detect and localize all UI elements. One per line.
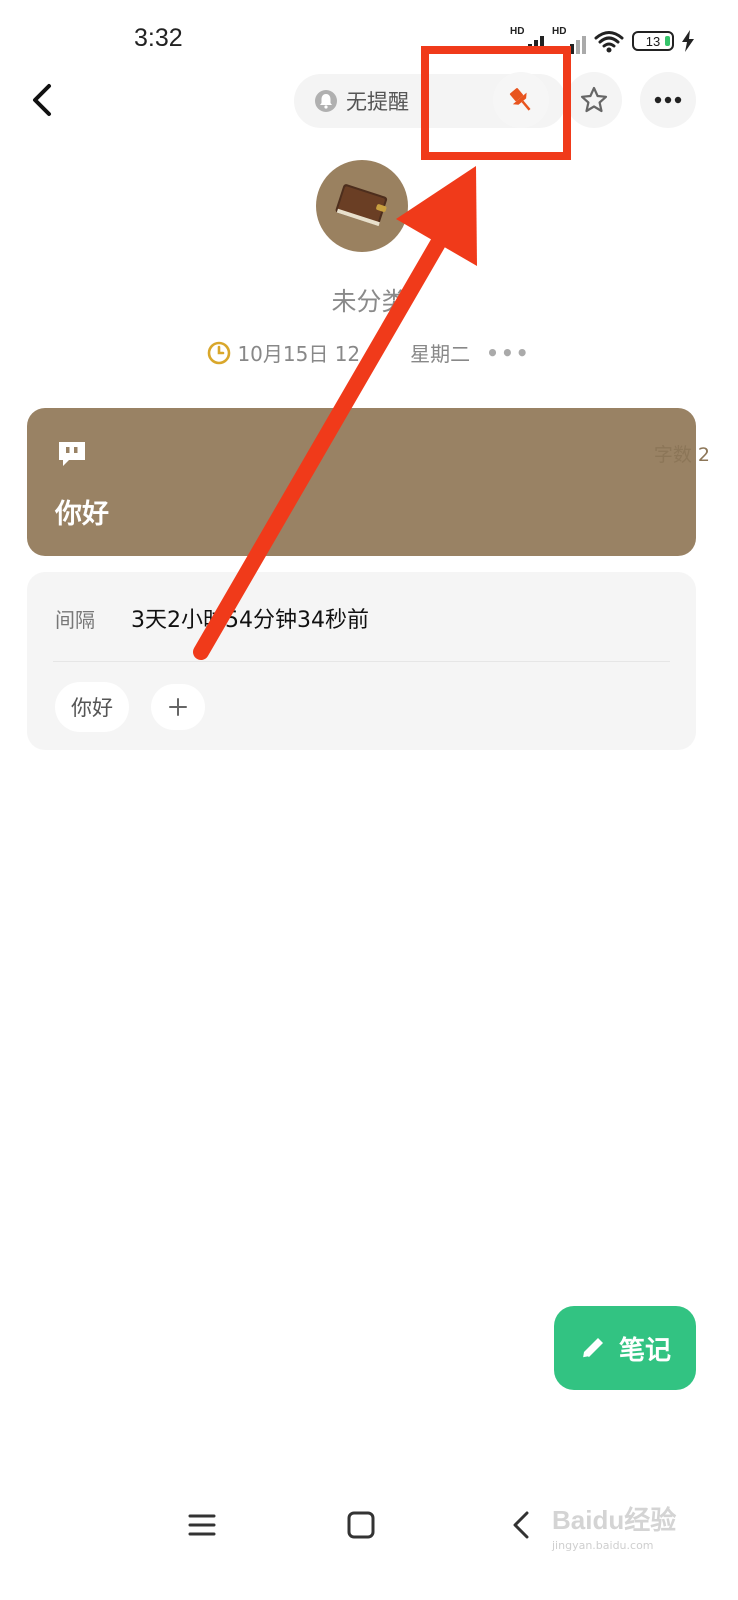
date-text: 10月15日 12 — [237, 342, 361, 366]
charging-icon — [682, 30, 694, 52]
back-button[interactable] — [22, 78, 62, 122]
date-more-icon[interactable]: ••• — [486, 341, 530, 365]
nav-back-icon — [513, 1511, 529, 1539]
note-content-card[interactable]: 你好 — [27, 408, 696, 556]
system-back-button[interactable] — [496, 1500, 546, 1550]
watermark-brand: Baidu经验 — [552, 1505, 677, 1535]
status-icons: HD HD 13 — [510, 26, 694, 56]
menu-icon — [188, 1514, 216, 1536]
date-row[interactable]: 10月15日 12 星期二 ••• — [0, 338, 738, 367]
weekday-text: 星期二 — [410, 342, 471, 366]
note-text[interactable]: 你好 — [55, 492, 109, 531]
home-button[interactable] — [336, 1500, 386, 1550]
battery-level: 13 — [645, 33, 661, 49]
signal-icon: HD — [510, 26, 544, 54]
quote-icon — [59, 442, 85, 466]
favorite-button[interactable] — [566, 72, 622, 128]
home-icon — [347, 1511, 375, 1539]
divider — [53, 661, 670, 662]
add-tag-button[interactable] — [151, 684, 205, 730]
more-icon — [654, 96, 682, 104]
bell-icon — [315, 90, 337, 112]
pencil-icon — [582, 1338, 603, 1359]
back-arrow-icon — [33, 84, 51, 116]
recent-apps-button[interactable] — [177, 1500, 227, 1550]
more-options-button[interactable] — [640, 72, 696, 128]
battery-icon: 13 — [632, 31, 674, 51]
category-title[interactable]: 未分类 — [0, 282, 738, 318]
pin-icon — [509, 88, 531, 111]
tag-chip[interactable]: 你好 — [55, 682, 129, 732]
status-time: 3:32 — [134, 24, 183, 52]
star-icon — [580, 86, 608, 113]
reminder-label: 无提醒 — [346, 90, 409, 114]
interval-value: 3天2小时54分钟34秒前 — [131, 608, 369, 633]
word-count: 字数 2 — [653, 444, 710, 466]
wifi-icon — [594, 31, 624, 53]
category-avatar[interactable] — [316, 160, 408, 252]
pin-button[interactable] — [493, 72, 549, 128]
watermark-url: jingyan.baidu.com — [552, 1539, 654, 1552]
plus-icon — [169, 698, 187, 716]
new-note-label: 笔记 — [618, 1335, 671, 1366]
signal-icon-2: HD — [552, 26, 586, 54]
clock-icon — [208, 341, 231, 364]
notebook-icon — [335, 184, 388, 227]
new-note-button[interactable]: 笔记 — [554, 1306, 696, 1390]
watermark: Baidu经验 jingyan.baidu.com — [552, 1500, 676, 1552]
interval-label: 间隔 — [55, 608, 95, 632]
note-info-card: 间隔 3天2小时54分钟34秒前 你好 — [27, 572, 696, 750]
